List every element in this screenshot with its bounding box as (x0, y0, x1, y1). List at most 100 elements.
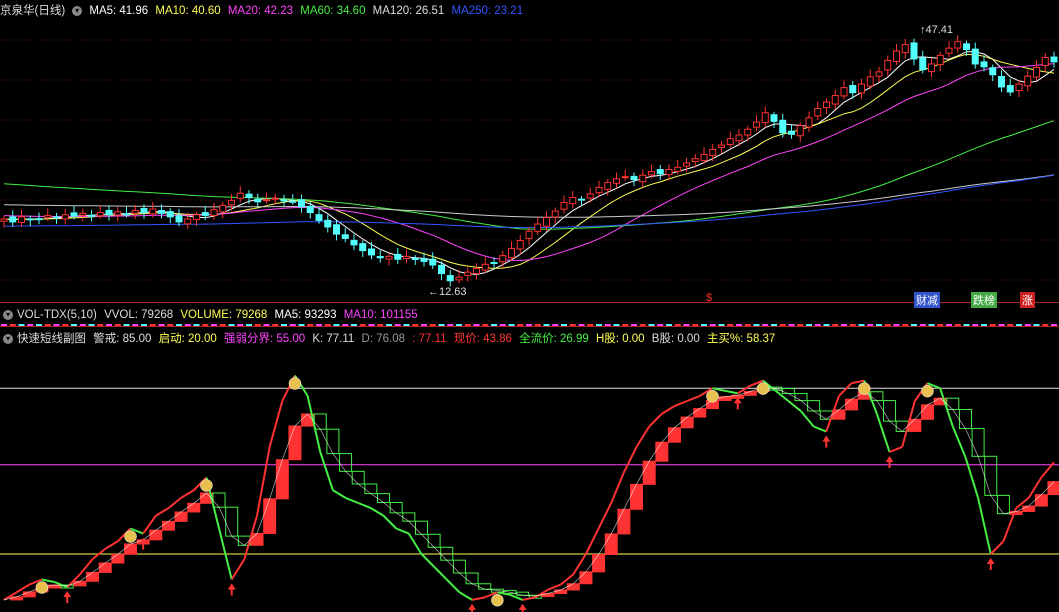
k-line-segment (572, 553, 587, 575)
volume-bar (403, 324, 410, 326)
volume-bar (972, 324, 979, 326)
stair-block (845, 398, 859, 411)
vol-indicator-name[interactable]: VOL-TDX(5,10) (17, 309, 97, 321)
candle-body (779, 119, 787, 134)
money-bag-icon (35, 581, 49, 594)
volume-bar (1016, 324, 1022, 326)
stair-block (187, 502, 201, 513)
volume-bar (683, 324, 690, 326)
candle-body (341, 234, 349, 239)
volume-bar (736, 324, 742, 326)
candle-body (683, 162, 690, 167)
money-bag-icon (288, 377, 302, 390)
indicator-name[interactable]: 快速短线副图 (17, 333, 86, 345)
stair-block (478, 583, 492, 590)
volume-bar (604, 324, 611, 326)
candle-body (814, 107, 822, 117)
h-share-value: H股: 0.00 (596, 333, 645, 345)
volume-bar (841, 324, 847, 326)
volume-bar (1051, 324, 1057, 326)
candle-body (971, 48, 979, 65)
candle-body (884, 59, 892, 71)
k-line-segment (559, 573, 574, 586)
volume-bar (123, 324, 130, 326)
candle-body (228, 199, 235, 206)
candle-body (989, 67, 997, 76)
ma250-line (4, 174, 1055, 229)
stair-block (592, 554, 606, 573)
stair-block (1022, 505, 1036, 512)
candle-body (691, 158, 699, 162)
stair-block (794, 393, 808, 402)
candle-body (1006, 85, 1014, 93)
volume-bar (114, 324, 121, 326)
candle-body (131, 209, 139, 214)
chart-title[interactable]: 京泉华(日线) (0, 5, 65, 17)
volume-bar (771, 324, 777, 326)
volume-value: VOLUME: 79268 (180, 309, 268, 321)
candle-body (954, 41, 962, 49)
alert-value: 警戒: 85.00 (93, 333, 152, 345)
k-line-segment (610, 472, 625, 504)
volume-bar (561, 324, 567, 326)
candle-body (910, 42, 918, 60)
candle-body (306, 205, 314, 214)
volume-bar (386, 324, 392, 326)
volume-bar (806, 324, 812, 326)
volume-bar (1024, 324, 1031, 326)
k-line-segment (622, 446, 638, 473)
volume-bar (849, 324, 856, 326)
stair-block (617, 508, 631, 535)
volume-bar (307, 324, 314, 326)
candle-body (735, 134, 743, 142)
volume-bar (368, 324, 375, 326)
stair-block (1034, 494, 1048, 507)
candle-body (919, 57, 927, 71)
volume-bar (569, 324, 576, 326)
ma20-value: MA20: 42.23 (227, 5, 294, 17)
candle-body (1024, 75, 1032, 87)
event-tag-3[interactable]: 涨 (1020, 292, 1035, 308)
volume-bar (351, 324, 357, 326)
candle-body (70, 212, 78, 217)
buy-arrow-icon (468, 603, 477, 612)
k-line-segment (167, 497, 182, 509)
d-line (3, 386, 1055, 601)
k-line-segment (635, 425, 651, 448)
volume-bar (666, 324, 672, 326)
candle-body (534, 223, 542, 232)
chevron-down-icon[interactable]: ▾ (72, 5, 83, 16)
candle-body (481, 263, 489, 271)
chevron-down-icon[interactable]: ▾ (3, 333, 13, 344)
candle-body (158, 210, 165, 214)
candle-body (88, 214, 95, 217)
k-line-segment (522, 596, 536, 601)
volume-bar (622, 324, 629, 326)
candle-body (35, 218, 43, 221)
volume-bar (876, 324, 882, 326)
k-line-segment (370, 507, 385, 517)
stair-block (971, 428, 985, 457)
candle-body (420, 258, 428, 262)
stair-block (908, 418, 922, 432)
event-tag-1[interactable]: 财减 (914, 292, 940, 308)
k-line-segment (155, 507, 169, 517)
candle-body (333, 224, 340, 235)
candle-body (385, 255, 393, 260)
volume-bar (1042, 324, 1049, 326)
stair-block (73, 580, 87, 587)
stair-block (250, 532, 264, 546)
stair-block (946, 397, 960, 411)
candle-body (1041, 56, 1049, 67)
chevron-down-icon[interactable]: ▾ (3, 309, 13, 320)
candle-body (831, 95, 839, 105)
k-line-segment (180, 489, 195, 499)
volume-bar (727, 324, 734, 326)
event-tag-2[interactable]: 跌榜 (971, 292, 997, 308)
candle-body (254, 198, 262, 203)
candle-body (893, 50, 900, 63)
stair-block (516, 591, 530, 596)
s-marker[interactable]: $ (706, 292, 712, 304)
volume-bar (499, 324, 506, 326)
candle-body (858, 83, 865, 94)
